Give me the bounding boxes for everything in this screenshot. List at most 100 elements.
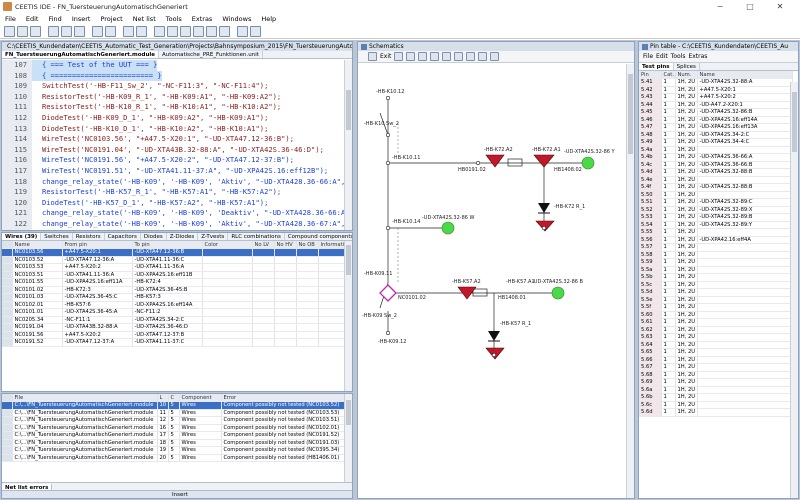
code-line[interactable]: 115 WireTest('NC0191.04', "-UD-XTA43B.32-… bbox=[2, 144, 344, 156]
undo-icon[interactable] bbox=[92, 25, 103, 37]
pin-row[interactable]: 5.4e 1 1H, 2U bbox=[639, 176, 793, 184]
table-row[interactable]: NC0191.56 +A47.5-X20:2 -UD-XTA47.12-37:B bbox=[2, 331, 347, 339]
prev-page-icon[interactable] bbox=[466, 52, 476, 61]
column-header[interactable]: No OB bbox=[296, 241, 319, 249]
code-line[interactable]: 120 DiodeTest('-HB-K57_D_1', "-HB-K57:A2"… bbox=[2, 197, 344, 209]
report-icon[interactable] bbox=[206, 25, 217, 37]
pin-row[interactable]: 5.4b 1 1H, 2U -UD-XTA42S.36-66:A bbox=[639, 153, 793, 162]
pin-row[interactable]: 5.42 1 1H, 2U +A47.5-X20:1 bbox=[639, 86, 793, 94]
zoom-in-icon[interactable] bbox=[394, 52, 404, 61]
code-line[interactable]: 114 WireTest('NC0103.56', "+A47.5-X20:1",… bbox=[2, 134, 344, 145]
row-selector[interactable] bbox=[2, 316, 13, 324]
menu-find[interactable]: Find bbox=[43, 15, 66, 23]
menu-insert[interactable]: Insert bbox=[67, 15, 96, 23]
component-tab[interactable]: Resistors bbox=[73, 233, 105, 240]
row-selector[interactable] bbox=[2, 308, 13, 317]
table-row[interactable]: NC0205.34 -NC-F11:1 -UD-XTA42S.34-2:C bbox=[2, 316, 347, 324]
code-line[interactable]: 119 ResistorTest('-HB-K57_R_1', "-HB-K57:… bbox=[2, 187, 344, 198]
pin-row[interactable]: 5.63 1 1H, 2U bbox=[639, 333, 793, 342]
menu-edit[interactable]: Edit bbox=[21, 15, 44, 23]
error-row[interactable]: C:\...\FN_TuersteuerungAutomatischGeneri… bbox=[2, 424, 347, 432]
component-tab[interactable]: Z-Diodes bbox=[167, 233, 199, 240]
wires-scroll-thumb[interactable] bbox=[346, 245, 351, 275]
zoom-fit-icon[interactable] bbox=[418, 52, 428, 61]
table-row[interactable]: NC0101.01 -UD-XTA42S.36-45:A -NC-F11:2 bbox=[2, 308, 347, 317]
next-page-icon[interactable] bbox=[478, 52, 488, 61]
pin-tab[interactable]: Splices bbox=[674, 63, 700, 70]
column-header[interactable]: To pin bbox=[132, 241, 203, 249]
pin-row[interactable]: 5.41 1 1H, 2U -UD-XTA42S.32-88:A bbox=[639, 78, 793, 87]
error-row[interactable]: C:\...\FN_TuersteuerungAutomatischGeneri… bbox=[2, 439, 347, 447]
table-row[interactable]: NC0191.52 -UD-XTA47.12-37:A -UD-XTA41.11-3… bbox=[2, 338, 347, 347]
wires-scrollbar[interactable] bbox=[344, 241, 352, 391]
maximize-button[interactable]: □ bbox=[740, 1, 760, 12]
pin-row[interactable]: 5.67 1 1H, 2U bbox=[639, 363, 793, 372]
pin-table-icon[interactable] bbox=[193, 25, 204, 37]
row-selector[interactable] bbox=[2, 263, 13, 272]
replace-icon[interactable] bbox=[136, 25, 147, 37]
minimize-button[interactable]: − bbox=[710, 1, 730, 12]
table-row[interactable]: NC0103.51 -UD-XTA41.11-36:A -UD-XPA42S.16:… bbox=[2, 271, 347, 279]
error-row[interactable]: C:\...\FN_TuersteuerungAutomatischGeneri… bbox=[2, 431, 347, 440]
error-row[interactable]: C:\...\FN_TuersteuerungAutomatischGeneri… bbox=[2, 416, 347, 425]
error-row[interactable]: C:\...\FN_TuersteuerungAutomatischGeneri… bbox=[2, 454, 347, 462]
component-tab[interactable]: Z-Tvests bbox=[198, 233, 229, 240]
code-line[interactable]: 116 WireTest('NC0191.56', "+A47.5-X20:2",… bbox=[2, 155, 344, 166]
table-row[interactable]: NC0103.53 +A47.5-X20:2 -UD-XTA41.11-36:A bbox=[2, 263, 347, 272]
pin-row[interactable]: 5.4d 1 1H, 2U -UD-XTA42S.32-88:B bbox=[639, 168, 793, 177]
code-line[interactable]: 122 change_relay_state('-HB-K09', '-HB-K0… bbox=[2, 218, 345, 230]
redo-icon[interactable] bbox=[105, 25, 116, 37]
code-line[interactable]: 118 change_relay_state('-HB-K09', '-HB-K0… bbox=[2, 176, 345, 188]
editor-tab[interactable]: Automatische_PRE_Funktionen.unit bbox=[159, 51, 263, 58]
pin-row[interactable]: 5.4f 1 1H, 2U -UD-XTA42S.32-88:B bbox=[639, 183, 793, 192]
menu-help[interactable]: Help bbox=[256, 15, 281, 23]
table-row[interactable]: NC0191.04 -UD-XTA43B.32-88:A -UD-XTA42S.36… bbox=[2, 323, 347, 332]
pin-row[interactable]: 5.5e 1 1H, 2U bbox=[639, 296, 793, 304]
menu-extras[interactable]: Extras bbox=[187, 15, 218, 23]
pin-row[interactable]: 5.4a 1 1H, 2U bbox=[639, 146, 793, 154]
pin-row[interactable]: 5.45 1 1H, 2U -UD-XTA42S.32-86:B bbox=[639, 108, 793, 117]
exit-icon[interactable] bbox=[368, 52, 377, 61]
row-selector[interactable] bbox=[2, 323, 13, 332]
column-header[interactable]: Information bbox=[318, 241, 347, 249]
pin-row[interactable]: 5.58 1 1H, 2U bbox=[639, 251, 793, 259]
first-page-icon[interactable] bbox=[454, 52, 464, 61]
row-selector[interactable] bbox=[2, 271, 13, 279]
pin-row[interactable]: 5.46 1 1H, 2U -UD-XPA42S.16:eff14A bbox=[639, 116, 793, 124]
table-row[interactable]: NC0101.55 -UD-XPA42S.16:eff11A -HB-K72:4 bbox=[2, 278, 347, 287]
table-row[interactable]: NC0103.56 +A47.5-X20:1 -UD-XTA47.12-36:B bbox=[2, 248, 347, 257]
pin-row[interactable]: 5.60 1 1H, 2U bbox=[639, 311, 793, 319]
pin-row[interactable]: 5.5b 1 1H, 2U bbox=[639, 273, 793, 282]
pin-row[interactable]: 5.49 1 1H, 2U -UD-XTA42S.34-4:C bbox=[639, 138, 793, 147]
menu-tools[interactable]: Tools bbox=[161, 15, 187, 23]
row-selector[interactable] bbox=[2, 286, 13, 294]
exit-label[interactable]: Exit bbox=[380, 53, 391, 60]
menu-net-list[interactable]: Net list bbox=[128, 15, 161, 23]
row-selector[interactable] bbox=[2, 278, 13, 287]
errors-scrollbar[interactable] bbox=[344, 394, 352, 482]
row-selector[interactable] bbox=[2, 454, 13, 462]
editor-scrollbar[interactable] bbox=[344, 60, 352, 230]
save-icon[interactable] bbox=[30, 25, 41, 37]
pin-menu-edit[interactable]: Edit bbox=[656, 53, 668, 60]
code-line[interactable]: 113 DiodeTest('-HB-K10_D_1', "-HB-K10:A2"… bbox=[2, 123, 344, 135]
row-selector[interactable] bbox=[2, 301, 13, 309]
pin-row[interactable]: 5.50 1 1H, 2U bbox=[639, 191, 793, 199]
error-row[interactable]: C:\...\FN_TuersteuerungAutomatischGeneri… bbox=[2, 401, 347, 410]
open-file-icon[interactable] bbox=[17, 25, 28, 37]
row-selector[interactable] bbox=[2, 424, 13, 432]
pin-row[interactable]: 5.5d 1 1H, 2U bbox=[639, 288, 793, 297]
pin-row[interactable]: 5.6c 1 1H, 2U bbox=[639, 401, 793, 409]
menu-windows[interactable]: Windows bbox=[217, 15, 256, 23]
code-line[interactable]: 109 SwitchTest('-HB-F11_Sw_2', "-NC-F11:3… bbox=[2, 81, 344, 92]
editor-tab[interactable]: FN_TuersteuerungAutomatischGeneriert.mod… bbox=[2, 51, 159, 58]
pin-row[interactable]: 5.64 1 1H, 2U bbox=[639, 341, 793, 349]
component-tab[interactable]: Compound components bbox=[285, 233, 352, 240]
pin-row[interactable]: 5.62 1 1H, 2U bbox=[639, 326, 793, 334]
pin-menu-tools[interactable]: Tools bbox=[671, 53, 686, 60]
pin-scroll-thumb[interactable] bbox=[792, 92, 797, 152]
column-header[interactable]: Name bbox=[697, 71, 793, 79]
print-schematic-icon[interactable] bbox=[430, 52, 440, 61]
column-header[interactable]: Pin bbox=[639, 71, 662, 79]
pin-row[interactable]: 5.69 1 1H, 2U bbox=[639, 378, 793, 387]
